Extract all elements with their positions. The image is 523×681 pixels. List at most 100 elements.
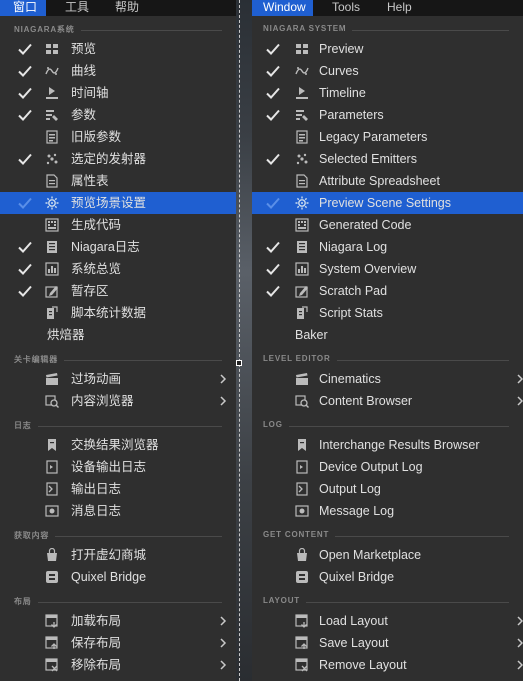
menubar-tools[interactable]: 工具	[65, 0, 89, 16]
menu-section-header: LAYOUT	[252, 588, 523, 610]
script-stats-icon	[47, 306, 58, 319]
menubar-tools[interactable]: Tools	[332, 0, 360, 16]
menu-item-content-browser[interactable]: Content Browser	[252, 390, 523, 412]
chevron-right-icon	[220, 660, 227, 670]
menu-item-emitters[interactable]: 选定的发射器	[0, 148, 236, 170]
chevron-right-icon	[220, 374, 227, 384]
menu-item-parameters[interactable]: 参数	[0, 104, 236, 126]
menu-item-label: Attribute Spreadsheet	[319, 174, 440, 188]
checkmark-icon	[18, 153, 32, 165]
section-label: LOG	[263, 420, 283, 429]
menu-item-generated-code[interactable]: 生成代码	[0, 214, 236, 236]
menu-item-label: Preview Scene Settings	[319, 196, 452, 210]
menu-item-interchange[interactable]: Interchange Results Browser	[252, 434, 523, 456]
menu-item-message-log[interactable]: 消息日志	[0, 500, 236, 522]
menu-item-load-layout[interactable]: Load Layout	[252, 610, 523, 632]
menu-item-generated-code[interactable]: Generated Code	[252, 214, 523, 236]
menu-item-remove-layout[interactable]: 移除布局	[0, 654, 236, 676]
menu-item-save-layout[interactable]: Save Layout	[252, 632, 523, 654]
menu-item-curves[interactable]: Curves	[252, 60, 523, 82]
menu-item-parameters[interactable]: Parameters	[252, 104, 523, 126]
section-label: LEVEL EDITOR	[263, 354, 331, 363]
spreadsheet-icon	[296, 174, 308, 188]
menu-item-device-log[interactable]: 设备输出日志	[0, 456, 236, 478]
menu-item-script-stats[interactable]: 脚本统计数据	[0, 302, 236, 324]
menu-item-script-stats[interactable]: Script Stats	[252, 302, 523, 324]
curves-icon	[295, 67, 309, 75]
gear-icon	[295, 196, 309, 210]
menu-item-emitters[interactable]: Selected Emitters	[252, 148, 523, 170]
script-stats-icon	[297, 306, 308, 319]
menu-section-header: 日志	[0, 412, 236, 434]
menu-item-device-log[interactable]: Device Output Log	[252, 456, 523, 478]
menu-item-preview[interactable]: Preview	[252, 38, 523, 60]
menu-item-baker[interactable]: Baker	[252, 324, 523, 346]
menu-item-remove-layout[interactable]: Remove Layout	[252, 654, 523, 676]
menu-item-label: 设备输出日志	[71, 460, 147, 474]
menu-section-header: GET CONTENT	[252, 522, 523, 544]
menu-item-label: 预览	[71, 42, 97, 56]
section-label: NIAGARA系统	[14, 25, 75, 34]
section-label: 获取内容	[14, 531, 50, 540]
menu-item-item-14[interactable]: 烘焙器	[0, 324, 236, 346]
chevron-right-icon	[220, 638, 227, 648]
chevron-right-icon	[517, 396, 523, 406]
section-label: GET CONTENT	[263, 530, 330, 539]
checkmark-icon	[266, 87, 280, 99]
section-divider	[80, 30, 222, 31]
menu-item-legacy-parameters[interactable]: 旧版参数	[0, 126, 236, 148]
menubar-window[interactable]: Window	[252, 0, 313, 16]
chevron-right-icon	[517, 638, 523, 648]
menu-item-message-log[interactable]: Message Log	[252, 500, 523, 522]
menu-item-save-layout[interactable]: 保存布局	[0, 632, 236, 654]
menu-item-timeline[interactable]: Timeline	[252, 82, 523, 104]
menu-item-log[interactable]: Niagara Log	[252, 236, 523, 258]
chevron-right-icon	[517, 660, 523, 670]
load-layout-icon	[295, 614, 308, 628]
left-window-menu-panel: 窗口 工具 帮助 NIAGARA系统预览曲线 时间轴 参数 旧版参数 选定的发射器 属性表…	[0, 0, 236, 681]
menu-item-marketplace[interactable]: Open Marketplace	[252, 544, 523, 566]
menubar-help[interactable]: Help	[387, 0, 412, 16]
menu-item-spreadsheet[interactable]: Attribute Spreadsheet	[252, 170, 523, 192]
menubar-help[interactable]: 帮助	[115, 0, 139, 16]
content-browser-icon	[295, 395, 309, 408]
menu-item-load-layout[interactable]: 加载布局	[0, 610, 236, 632]
menu-item-interchange[interactable]: 交换结果浏览器	[0, 434, 236, 456]
menu-item-timeline[interactable]: 时间轴	[0, 82, 236, 104]
menu-section-header: 获取内容	[0, 522, 236, 544]
menu-item-cinematics[interactable]: Cinematics	[252, 368, 523, 390]
menu-item-system-overview[interactable]: System Overview	[252, 258, 523, 280]
menu-item-scratch-pad[interactable]: Scratch Pad	[252, 280, 523, 302]
menu-item-content-browser[interactable]: 内容浏览器	[0, 390, 236, 412]
menu-item-spreadsheet[interactable]: 属性表	[0, 170, 236, 192]
menu-item-log[interactable]: Niagara日志	[0, 236, 236, 258]
menu-item-label: Content Browser	[319, 394, 413, 408]
menu-item-output-log[interactable]: Output Log	[252, 478, 523, 500]
checkmark-icon	[266, 197, 280, 209]
menu-item-label: System Overview	[319, 262, 417, 276]
menu-item-curves[interactable]: 曲线	[0, 60, 236, 82]
timeline-icon	[46, 87, 58, 99]
menu-item-label: Parameters	[319, 108, 384, 122]
menu-item-system-overview[interactable]: 系统总览	[0, 258, 236, 280]
menu-item-label: 加载布局	[71, 614, 122, 628]
menu-item-bridge[interactable]: Quixel Bridge	[252, 566, 523, 588]
interchange-icon	[48, 439, 56, 451]
menu-item-label: 消息日志	[71, 504, 122, 518]
menu-item-cinematics[interactable]: 过场动画	[0, 368, 236, 390]
menubar-window[interactable]: 窗口	[0, 0, 46, 16]
spreadsheet-icon	[46, 174, 58, 188]
selection-handle[interactable]	[236, 360, 242, 366]
menu-item-gear[interactable]: Preview Scene Settings	[252, 192, 523, 214]
section-label: 日志	[14, 421, 32, 430]
menu-item-label: 脚本统计数据	[71, 306, 147, 320]
section-divider	[37, 602, 222, 603]
menu-item-scratch-pad[interactable]: 暂存区	[0, 280, 236, 302]
menu-item-output-log[interactable]: 输出日志	[0, 478, 236, 500]
menu-item-gear[interactable]: 预览场景设置	[0, 192, 236, 214]
menu-item-bridge[interactable]: Quixel Bridge	[0, 566, 236, 588]
menu-item-legacy-parameters[interactable]: Legacy Parameters	[252, 126, 523, 148]
menu-item-preview[interactable]: 预览	[0, 38, 236, 60]
menu-item-marketplace[interactable]: 打开虚幻商城	[0, 544, 236, 566]
generated-code-icon	[295, 218, 309, 232]
